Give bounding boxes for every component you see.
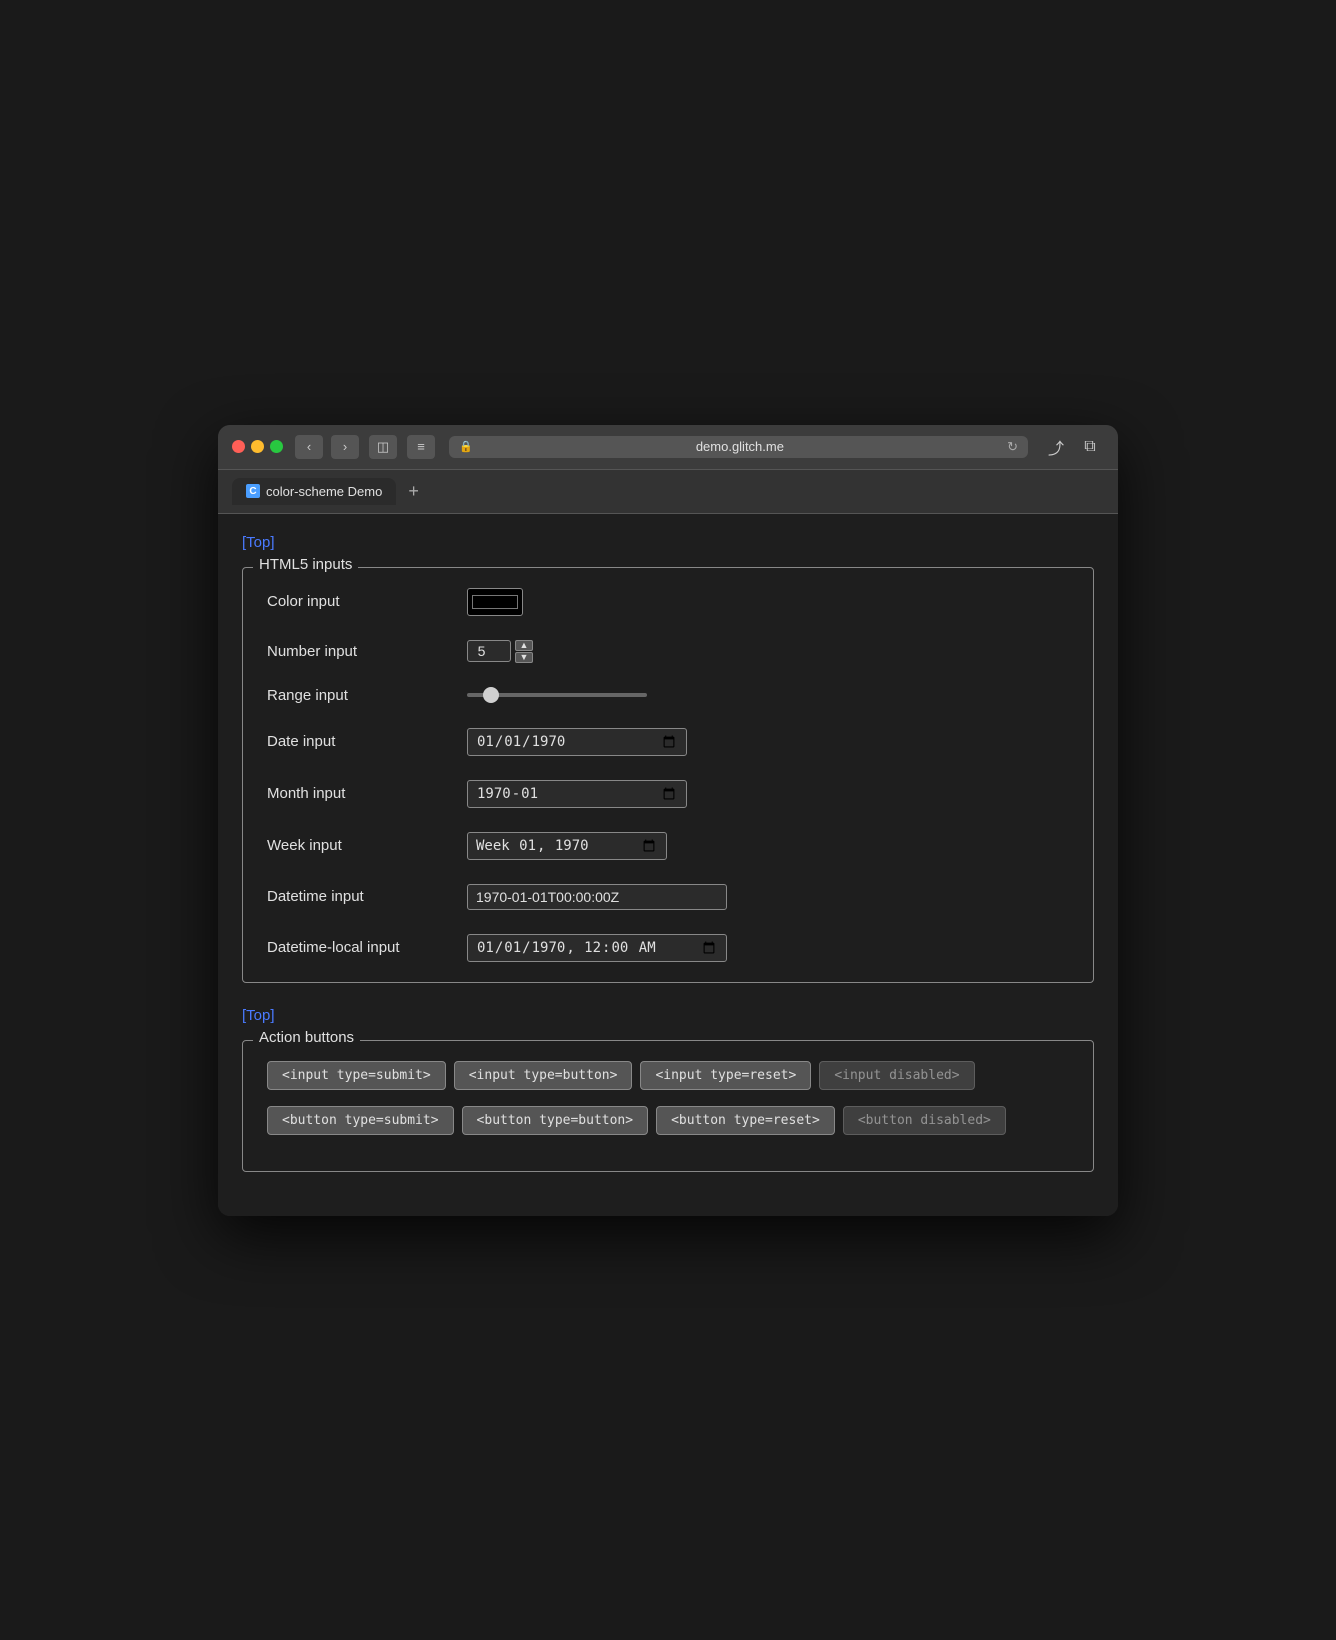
add-tab-button[interactable]: + <box>408 481 419 502</box>
datetime-input-row: Datetime input <box>267 884 1069 910</box>
tab-title: color-scheme Demo <box>266 484 382 499</box>
datetime-local-input-row: Datetime-local input <box>267 934 1069 962</box>
button-disabled-btn: <button disabled> <box>843 1106 1006 1135</box>
input-button-btn[interactable]: <input type=button> <box>454 1061 633 1090</box>
input-disabled-btn: <input disabled> <box>819 1061 974 1090</box>
date-input-row: Date input <box>267 728 1069 756</box>
range-input-label: Range input <box>267 687 467 704</box>
range-input[interactable] <box>467 693 647 697</box>
html5-inputs-legend: HTML5 inputs <box>253 556 358 573</box>
browser-actions: ⤴ ⧉ <box>1042 435 1104 459</box>
number-input-container: ▲ ▼ <box>467 640 533 663</box>
color-input[interactable] <box>467 588 523 616</box>
tabs-button[interactable]: ⧉ <box>1076 435 1104 459</box>
month-input-label: Month input <box>267 785 467 802</box>
lock-icon: 🔒 <box>459 440 473 453</box>
color-input-label: Color input <box>267 593 467 610</box>
share-button[interactable]: ⤴ <box>1042 435 1070 459</box>
button-buttons-row: <button type=submit> <button type=button… <box>267 1106 1069 1135</box>
browser-content: [Top] HTML5 inputs Color input Number in… <box>218 514 1118 1216</box>
top-link-2[interactable]: [Top] <box>242 1007 275 1024</box>
action-buttons-section: Action buttons <input type=submit> <inpu… <box>242 1040 1094 1172</box>
datetime-local-input-label: Datetime-local input <box>267 939 467 956</box>
number-input[interactable] <box>467 640 511 662</box>
week-input[interactable] <box>467 832 667 860</box>
browser-toolbar: ‹ › ◫ ≡ 🔒 demo.glitch.me ↻ ⤴ ⧉ <box>218 425 1118 470</box>
date-input-label: Date input <box>267 733 467 750</box>
tab-favicon: C <box>246 484 260 498</box>
action-buttons-legend: Action buttons <box>253 1029 360 1046</box>
sidebar-button[interactable]: ◫ <box>369 435 397 459</box>
number-input-row: Number input ▲ ▼ <box>267 640 1069 663</box>
month-input[interactable] <box>467 780 687 808</box>
datetime-input-label: Datetime input <box>267 888 467 905</box>
traffic-light-green[interactable] <box>270 440 283 453</box>
input-reset-btn[interactable]: <input type=reset> <box>640 1061 811 1090</box>
tab-bar: C color-scheme Demo + <box>218 470 1118 514</box>
url-display: demo.glitch.me <box>479 439 1001 454</box>
menu-button[interactable]: ≡ <box>407 435 435 459</box>
spinner-down[interactable]: ▼ <box>515 652 533 663</box>
input-buttons-row: <input type=submit> <input type=button> … <box>267 1061 1069 1090</box>
button-reset-btn[interactable]: <button type=reset> <box>656 1106 835 1135</box>
refresh-icon[interactable]: ↻ <box>1007 439 1018 455</box>
datetime-local-input[interactable] <box>467 934 727 962</box>
button-submit-btn[interactable]: <button type=submit> <box>267 1106 454 1135</box>
active-tab[interactable]: C color-scheme Demo <box>232 478 396 505</box>
back-button[interactable]: ‹ <box>295 435 323 459</box>
spinner-up[interactable]: ▲ <box>515 640 533 651</box>
button-button-btn[interactable]: <button type=button> <box>462 1106 649 1135</box>
browser-window: ‹ › ◫ ≡ 🔒 demo.glitch.me ↻ ⤴ ⧉ C color-s… <box>218 425 1118 1216</box>
traffic-light-yellow[interactable] <box>251 440 264 453</box>
top-link-1[interactable]: [Top] <box>242 534 275 551</box>
week-input-row: Week input <box>267 832 1069 860</box>
color-input-row: Color input <box>267 588 1069 616</box>
traffic-lights <box>232 440 283 453</box>
html5-inputs-section: HTML5 inputs Color input Number input ▲ … <box>242 567 1094 983</box>
number-input-label: Number input <box>267 643 467 660</box>
date-input[interactable] <box>467 728 687 756</box>
address-bar[interactable]: 🔒 demo.glitch.me ↻ <box>449 436 1028 458</box>
week-input-label: Week input <box>267 837 467 854</box>
range-input-row: Range input <box>267 687 1069 704</box>
number-spinner: ▲ ▼ <box>515 640 533 663</box>
datetime-input[interactable] <box>467 884 727 910</box>
input-submit-btn[interactable]: <input type=submit> <box>267 1061 446 1090</box>
month-input-row: Month input <box>267 780 1069 808</box>
forward-button[interactable]: › <box>331 435 359 459</box>
traffic-light-red[interactable] <box>232 440 245 453</box>
